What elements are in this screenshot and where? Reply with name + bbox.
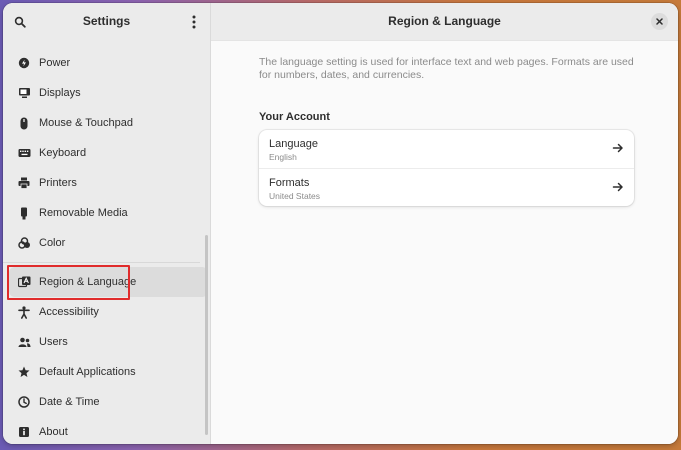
- sidebar-item-keyboard[interactable]: Keyboard: [3, 138, 208, 168]
- region-language-icon: [17, 275, 31, 289]
- sidebar-title: Settings: [82, 14, 131, 28]
- main-panel: Region & Language The language setting i…: [211, 3, 678, 444]
- formats-row[interactable]: Formats United States: [259, 168, 634, 207]
- search-icon: [14, 16, 26, 28]
- sidebar-item-label: Power: [39, 57, 71, 69]
- row-subtitle: United States: [269, 191, 321, 201]
- section-title-your-account: Your Account: [259, 111, 330, 123]
- sidebar-item-label: Accessibility: [39, 306, 99, 318]
- default-apps-icon: [17, 365, 31, 379]
- search-button[interactable]: [7, 9, 33, 35]
- arrow-right-icon: [612, 182, 623, 192]
- sidebar-item-label: Color: [39, 237, 66, 249]
- sidebar-item-default-applications[interactable]: Default Applications: [3, 357, 208, 387]
- row-subtitle: English: [269, 152, 297, 162]
- sidebar-item-removable-media[interactable]: Removable Media: [3, 198, 208, 228]
- sidebar-item-label: Mouse & Touchpad: [39, 117, 133, 129]
- row-title: Language: [269, 138, 318, 150]
- sidebar-item-label: About: [39, 426, 68, 438]
- sidebar-item-about[interactable]: About: [3, 417, 208, 444]
- power-icon: [17, 56, 31, 70]
- main-header: Region & Language: [211, 3, 678, 41]
- sidebar-item-printers[interactable]: Printers: [3, 168, 208, 198]
- sidebar-separator: [3, 262, 200, 263]
- settings-window: Settings Power Displays Mouse & Touchpad…: [3, 3, 678, 444]
- sidebar-header: Settings: [3, 3, 210, 40]
- accessibility-icon: [17, 305, 31, 319]
- sidebar-item-displays[interactable]: Displays: [3, 78, 208, 108]
- sidebar: Settings Power Displays Mouse & Touchpad…: [3, 3, 211, 444]
- sidebar-item-label: Printers: [39, 177, 77, 189]
- sidebar-item-accessibility[interactable]: Accessibility: [3, 297, 208, 327]
- sidebar-nav: Power Displays Mouse & Touchpad Keyboard: [3, 48, 210, 444]
- page-title: Region & Language: [388, 14, 501, 28]
- sidebar-item-label: Removable Media: [39, 207, 128, 219]
- sidebar-item-region-language[interactable]: Region & Language: [7, 265, 208, 300]
- close-icon: [656, 18, 663, 25]
- kebab-menu-icon: [192, 15, 196, 29]
- info-icon: [17, 425, 31, 439]
- language-row[interactable]: Language English: [259, 130, 634, 168]
- users-icon: [17, 335, 31, 349]
- arrow-right-icon: [612, 143, 623, 153]
- sidebar-item-label: Users: [39, 336, 68, 348]
- display-icon: [17, 86, 31, 100]
- sidebar-item-color[interactable]: Color: [3, 228, 208, 258]
- main-menu-button[interactable]: [181, 9, 207, 35]
- sidebar-item-power[interactable]: Power: [3, 48, 208, 78]
- usb-icon: [17, 206, 31, 220]
- sidebar-item-label: Date & Time: [39, 396, 100, 408]
- sidebar-item-mouse-touchpad[interactable]: Mouse & Touchpad: [3, 108, 208, 138]
- sidebar-item-label: Default Applications: [39, 366, 136, 378]
- sidebar-item-users[interactable]: Users: [3, 327, 208, 357]
- sidebar-item-label: Displays: [39, 87, 81, 99]
- close-button[interactable]: [651, 13, 668, 30]
- sidebar-item-label: Region & Language: [39, 276, 137, 288]
- sidebar-scrollbar[interactable]: [205, 235, 208, 435]
- page-description: The language setting is used for interfa…: [259, 56, 634, 81]
- sidebar-item-date-time[interactable]: Date & Time: [3, 387, 208, 417]
- mouse-icon: [17, 116, 31, 130]
- row-title: Formats: [269, 177, 310, 189]
- sidebar-item-label: Keyboard: [39, 147, 87, 159]
- keyboard-icon: [17, 146, 31, 160]
- printer-icon: [17, 176, 31, 190]
- color-icon: [17, 236, 31, 250]
- clock-icon: [17, 395, 31, 409]
- account-settings-card: Language English Formats United States: [259, 130, 634, 206]
